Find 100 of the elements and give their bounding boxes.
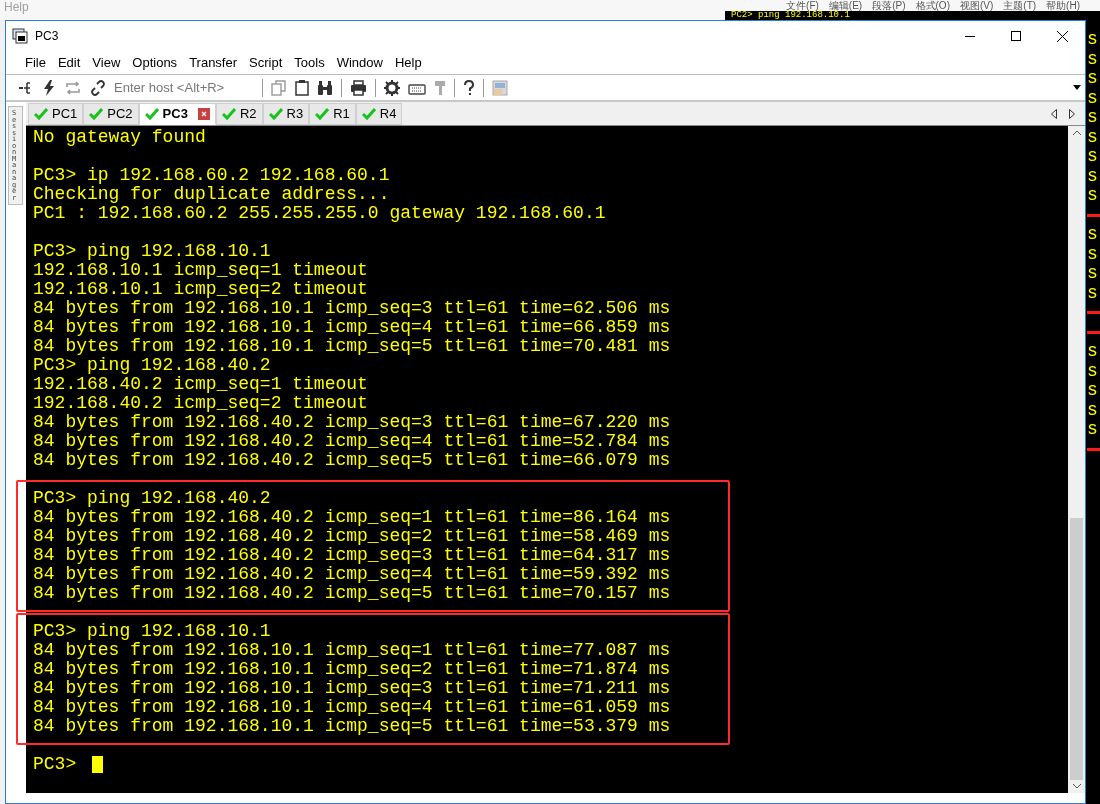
tab[interactable]: R2 [215, 102, 263, 125]
terminal-line: No gateway found [33, 128, 207, 147]
tab[interactable]: R3 [262, 102, 310, 125]
terminal-line: 84 bytes from 192.168.40.2 icmp_seq=2 ttl=61 time=58.469 ms [33, 527, 672, 546]
check-icon [268, 107, 283, 120]
scroll-right-icon[interactable] [1069, 108, 1075, 119]
menu-item[interactable]: 格式(O) [915, 0, 950, 11]
copy-icon[interactable] [271, 79, 287, 96]
terminal-line: 192.168.10.1 icmp_seq=1 timeout [33, 261, 369, 280]
dropdown-caret-icon[interactable] [1073, 85, 1081, 90]
menu-item[interactable]: 视图(V) [960, 0, 994, 11]
terminal-line: 192.168.10.1 icmp_seq=2 timeout [33, 280, 369, 299]
check-icon [221, 107, 236, 120]
settings-icon[interactable] [384, 79, 400, 96]
terminal-line: s [1087, 225, 1099, 245]
terminal-line: 84 bytes from 192.168.40.2 icmp_seq=4 ttl=61 time=52.784 ms [33, 432, 672, 451]
menu-item[interactable]: 主题(T) [1003, 0, 1037, 11]
tab[interactable]: R4 [355, 102, 403, 125]
terminal-line: s [1087, 381, 1099, 401]
terminal-line: 84 bytes from 192.168.10.1 icmp_seq=3 ttl=61 time=62.506 ms [33, 299, 672, 318]
terminal-line: s [1087, 244, 1099, 264]
terminal-line: s [1087, 361, 1099, 381]
scroll-left-icon[interactable] [1051, 108, 1057, 119]
tab[interactable]: R1 [309, 102, 356, 125]
terminal-line: s [1087, 69, 1099, 89]
terminal-line: 84 bytes from 192.168.40.2 icmp_seq=3 ttl=61 time=67.220 ms [33, 413, 672, 432]
reconnect-icon[interactable] [64, 79, 82, 96]
check-icon [89, 107, 104, 120]
menu-item[interactable]: 段落(P) [872, 0, 906, 11]
link-icon[interactable] [90, 79, 106, 96]
binoculars-icon[interactable] [317, 79, 333, 96]
tab[interactable]: PC1 [28, 102, 84, 125]
terminal-line: s [1087, 166, 1099, 186]
window-title: PC3 [35, 28, 59, 45]
terminal-line: PC2> ping 192.168.10.1 [731, 11, 850, 20]
terminal-line: 84 bytes from 192.168.10.1 icmp_seq=2 ttl=61 time=71.874 ms [33, 660, 672, 679]
terminal-line: PC3> ping 192.168.40.2 [33, 356, 272, 375]
scrollbar[interactable] [1068, 126, 1085, 793]
terminal-line: PC3> ip 192.168.60.2 192.168.60.1 [33, 166, 391, 185]
scroll-up-icon[interactable] [1072, 130, 1081, 135]
tab[interactable]: PC3 [138, 102, 216, 125]
terminal-line: 84 bytes from 192.168.10.1 icmp_seq=4 ttl=61 time=61.059 ms [33, 698, 672, 717]
terminal-line: s [1087, 88, 1099, 108]
menu-item[interactable]: 编辑(E) [828, 0, 863, 11]
close-tab-icon[interactable] [197, 107, 210, 120]
maximize-icon[interactable] [1011, 31, 1021, 41]
clipboard-icon[interactable] [295, 79, 309, 96]
terminal-line: s [1087, 186, 1099, 206]
menu-item[interactable]: 帮助(H) [1046, 0, 1080, 11]
terminal-line: 84 bytes from 192.168.40.2 icmp_seq=5 ttl=61 time=70.157 ms [33, 584, 672, 603]
terminal-line: s [1087, 108, 1099, 128]
terminal-line: 192.168.40.2 icmp_seq=2 timeout [33, 394, 369, 413]
terminal-line: s [1087, 400, 1099, 420]
menu-item[interactable]: File [19, 52, 52, 73]
scroll-thumb[interactable] [1070, 518, 1083, 780]
check-icon [34, 107, 48, 120]
terminal-line: PC3> [33, 755, 77, 774]
terminal-line: 192.168.40.2 icmp_seq=1 timeout [33, 375, 369, 394]
terminal-window-icon [12, 28, 28, 44]
terminal-line: PC3> ping 192.168.10.1 [33, 242, 272, 261]
close-icon[interactable] [1056, 30, 1068, 42]
terminal-line: 84 bytes from 192.168.40.2 icmp_seq=4 ttl=61 time=59.392 ms [33, 565, 672, 584]
terminal-line: 84 bytes from 192.168.10.1 icmp_seq=5 ttl=61 time=70.481 ms [33, 337, 672, 356]
terminal-line: s [1087, 127, 1099, 147]
terminal-line: s [1087, 49, 1099, 69]
terminal-line: s [1087, 147, 1099, 167]
terminal-line: PC3> ping 192.168.40.2 [33, 489, 272, 508]
menu-item[interactable]: 文件(F) [786, 0, 819, 11]
lightning-icon[interactable] [42, 79, 56, 96]
terminal-line: s [1087, 30, 1099, 50]
menu-item[interactable]: Tools [288, 52, 331, 73]
menu-item[interactable]: Transfer [183, 52, 244, 73]
terminal-line: s [1087, 264, 1099, 284]
terminal-line: 84 bytes from 192.168.40.2 icmp_seq=1 ttl=61 time=86.164 ms [33, 508, 672, 527]
check-icon [315, 107, 330, 120]
menu-item[interactable]: Edit [51, 52, 87, 73]
terminal-line: 84 bytes from 192.168.40.2 icmp_seq=5 ttl=61 time=66.079 ms [33, 451, 672, 470]
terminal-line: PC3> ping 192.168.10.1 [33, 622, 272, 641]
menu-item[interactable]: View [86, 52, 127, 73]
menu-item[interactable]: Script [243, 52, 289, 73]
terminal-line: 84 bytes from 192.168.10.1 icmp_seq=4 ttl=61 time=66.859 ms [33, 318, 672, 337]
menu-item[interactable]: Help [388, 52, 428, 73]
menu-item[interactable]: Options [126, 52, 184, 73]
menu-item[interactable]: Window [330, 52, 389, 73]
terminal-line: s [1087, 283, 1099, 303]
terminal-line: s [1087, 420, 1099, 440]
host-field[interactable]: Enter host <Alt+R> [114, 77, 254, 98]
help-icon[interactable] [463, 79, 475, 96]
check-icon [361, 107, 376, 120]
terminal-line: 84 bytes from 192.168.10.1 icmp_seq=3 ttl=61 time=71.211 ms [33, 679, 672, 698]
terminal-line: 84 bytes from 192.168.40.2 icmp_seq=3 ttl=61 time=64.317 ms [33, 546, 672, 565]
tab[interactable]: PC2 [83, 102, 139, 125]
terminal-line: Checking for duplicate address... [33, 185, 391, 204]
scroll-down-icon[interactable] [1072, 784, 1081, 789]
terminal-line: 84 bytes from 192.168.10.1 icmp_seq=1 ttl=61 time=77.087 ms [33, 641, 672, 660]
terminal-line: s [1087, 342, 1099, 362]
check-icon [144, 107, 159, 120]
printer-icon[interactable] [350, 79, 367, 96]
terminal-line: 84 bytes from 192.168.10.1 icmp_seq=5 ttl=61 time=53.379 ms [33, 717, 672, 736]
terminal-line: PC1 : 192.168.60.2 255.255.255.0 gateway 192.168.60.1 [33, 204, 607, 223]
